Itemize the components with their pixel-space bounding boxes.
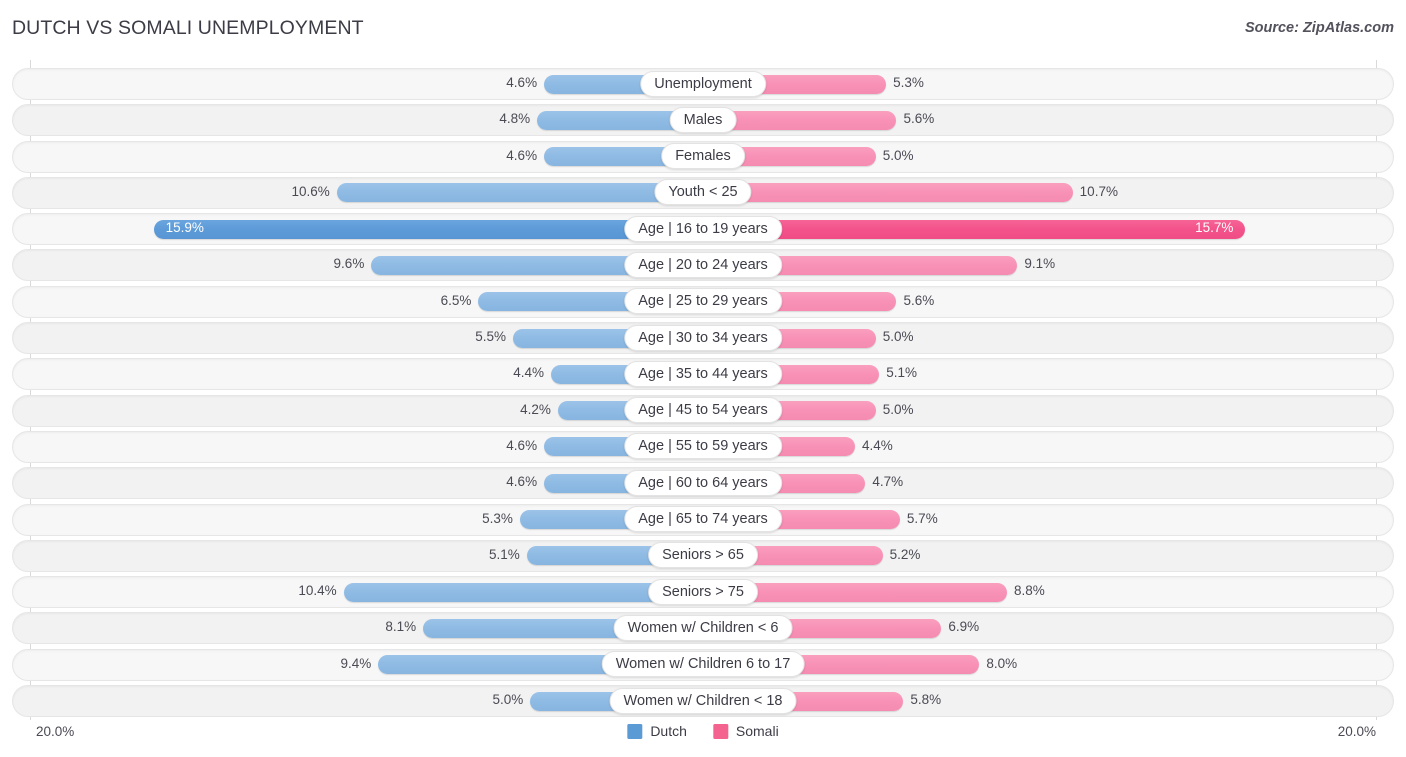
chart-row: 4.6% 5.3% Unemployment <box>0 66 1406 102</box>
legend-label: Dutch <box>650 723 687 739</box>
value-label-somali: 15.7% <box>1195 220 1234 236</box>
row-category-label[interactable]: Seniors > 65 <box>648 542 758 569</box>
row-category-label[interactable]: Females <box>661 143 745 170</box>
value-label-dutch: 4.8% <box>499 111 531 127</box>
value-label-dutch: 4.6% <box>506 75 538 90</box>
value-label-dutch: 10.6% <box>291 183 330 199</box>
chart-row: 4.2% 5.0% Age | 45 to 54 years <box>0 393 1406 429</box>
row-category-label[interactable]: Age | 65 to 74 years <box>624 506 782 533</box>
value-label-dutch: 5.1% <box>489 546 520 562</box>
value-label-somali: 5.0% <box>882 401 914 417</box>
bar-dutch[interactable] <box>153 219 703 239</box>
chart-row: 10.4% 8.8% Seniors > 75 <box>0 574 1406 610</box>
chart-header: DUTCH VS SOMALI UNEMPLOYMENT Source: Zip… <box>0 0 1406 56</box>
row-category-label[interactable]: Women w/ Children 6 to 17 <box>601 651 805 678</box>
value-label-somali: 5.8% <box>910 692 942 708</box>
value-label-somali: 6.9% <box>948 619 980 635</box>
value-label-somali: 8.8% <box>1014 583 1045 599</box>
value-label-somali: 4.4% <box>862 437 893 453</box>
legend-swatch-icon <box>712 723 728 739</box>
legend-item[interactable]: Dutch <box>627 723 687 739</box>
value-label-dutch: 8.1% <box>385 619 417 635</box>
value-label-somali: 9.1% <box>1024 256 1056 272</box>
value-label-dutch: 9.6% <box>333 256 365 272</box>
source-attribution: Source: ZipAtlas.com <box>1244 20 1394 36</box>
chart-row: 5.5% 5.0% Age | 30 to 34 years <box>0 320 1406 356</box>
legend-label: Somali <box>735 723 779 739</box>
chart-footer: 20.0% 20.0% Dutch Somali <box>0 718 1406 757</box>
row-category-label[interactable]: Youth < 25 <box>654 179 752 206</box>
chart-row: 4.4% 5.1% Age | 35 to 44 years <box>0 356 1406 392</box>
chart-row: 9.6% 9.1% Age | 20 to 24 years <box>0 247 1406 283</box>
page-title: DUTCH VS SOMALI UNEMPLOYMENT <box>12 17 364 39</box>
value-label-dutch: 4.2% <box>520 401 551 417</box>
legend-swatch-icon <box>627 723 643 739</box>
bar-somali[interactable] <box>703 219 1246 239</box>
chart-row: 5.0% 5.8% Women w/ Children < 18 <box>0 683 1406 719</box>
value-label-dutch: 5.3% <box>482 510 513 526</box>
row-category-label[interactable]: Age | 16 to 19 years <box>624 215 782 242</box>
value-label-dutch: 4.6% <box>506 437 538 453</box>
value-label-dutch: 10.4% <box>298 583 337 599</box>
chart-row: 5.1% 5.2% Seniors > 65 <box>0 538 1406 574</box>
chart-row: 4.6% 5.0% Females <box>0 139 1406 175</box>
value-label-somali: 4.7% <box>872 474 904 490</box>
row-category-label[interactable]: Seniors > 75 <box>648 578 758 605</box>
row-category-label[interactable]: Women w/ Children < 6 <box>613 614 793 641</box>
chart-row: 8.1% 6.9% Women w/ Children < 6 <box>0 610 1406 646</box>
chart-page: DUTCH VS SOMALI UNEMPLOYMENT Source: Zip… <box>0 0 1406 757</box>
value-label-dutch: 4.6% <box>506 147 538 163</box>
value-label-dutch: 5.0% <box>492 692 524 708</box>
value-label-somali: 5.3% <box>893 75 924 90</box>
axis-left-max-label: 20.0% <box>36 724 75 739</box>
value-label-dutch: 9.4% <box>340 655 372 671</box>
row-category-label[interactable]: Age | 45 to 54 years <box>624 397 782 424</box>
value-label-somali: 5.6% <box>903 111 935 127</box>
row-category-label[interactable]: Age | 35 to 44 years <box>624 360 782 387</box>
value-label-somali: 5.0% <box>882 147 914 163</box>
value-label-somali: 10.7% <box>1079 183 1118 199</box>
row-category-label[interactable]: Age | 20 to 24 years <box>624 251 782 278</box>
bar-dutch[interactable] <box>336 183 703 203</box>
value-label-somali: 5.0% <box>882 329 914 345</box>
value-label-somali: 8.0% <box>986 655 1018 671</box>
chart-row: 5.3% 5.7% Age | 65 to 74 years <box>0 502 1406 538</box>
chart-row: 10.6% 10.7% Youth < 25 <box>0 175 1406 211</box>
value-label-dutch: 5.5% <box>475 329 506 345</box>
chart-rows: 4.6% 5.3% Unemployment 4.8% 5.6% Males 4.6% 5.0… <box>0 66 1406 719</box>
chart-row: 4.8% 5.6% Males <box>0 102 1406 138</box>
value-label-dutch: 4.4% <box>513 365 544 381</box>
row-category-label[interactable]: Age | 25 to 29 years <box>624 288 782 315</box>
row-category-label[interactable]: Age | 30 to 34 years <box>624 324 782 351</box>
value-label-dutch: 4.6% <box>506 474 538 490</box>
row-category-label[interactable]: Women w/ Children < 18 <box>609 687 797 714</box>
row-category-label[interactable]: Unemployment <box>640 70 766 97</box>
value-label-somali: 5.1% <box>886 365 917 381</box>
chart-row: 6.5% 5.6% Age | 25 to 29 years <box>0 284 1406 320</box>
chart-row: 4.6% 4.7% Age | 60 to 64 years <box>0 465 1406 501</box>
bar-somali[interactable] <box>703 183 1073 203</box>
chart-legend: Dutch Somali <box>627 723 779 739</box>
chart-row: 4.6% 4.4% Age | 55 to 59 years <box>0 429 1406 465</box>
row-category-label[interactable]: Males <box>669 106 737 133</box>
value-label-somali: 5.6% <box>903 292 935 308</box>
value-label-somali: 5.2% <box>889 546 921 562</box>
value-label-somali: 5.7% <box>906 510 938 526</box>
row-category-label[interactable]: Age | 55 to 59 years <box>624 433 782 460</box>
row-category-label[interactable]: Age | 60 to 64 years <box>624 469 782 496</box>
value-label-dutch: 15.9% <box>165 220 204 236</box>
value-label-dutch: 6.5% <box>440 292 472 308</box>
chart-row: 15.9% 15.7% Age | 16 to 19 years <box>0 211 1406 247</box>
legend-item[interactable]: Somali <box>712 723 779 739</box>
chart-row: 9.4% 8.0% Women w/ Children 6 to 17 <box>0 647 1406 683</box>
axis-right-max-label: 20.0% <box>1337 724 1376 739</box>
